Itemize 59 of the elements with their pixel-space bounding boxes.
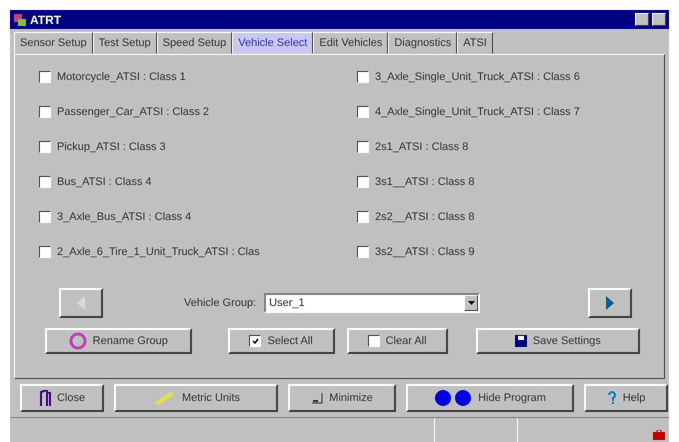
checkbox-icon xyxy=(249,335,262,347)
app-icon xyxy=(13,12,27,26)
question-mark-icon xyxy=(606,391,617,405)
checkbox[interactable] xyxy=(39,71,51,83)
checkbox[interactable] xyxy=(39,176,51,188)
checkbox-label: Bus_ATSI : Class 4 xyxy=(57,176,152,188)
checkbox[interactable] xyxy=(39,211,51,223)
checkbox-label: 2_Axle_6_Tire_1_Unit_Truck_ATSI : Clas xyxy=(57,246,260,258)
right-arrow-icon xyxy=(606,296,614,310)
help-button[interactable] xyxy=(635,13,649,26)
checkbox-label: 3s1__ATSI : Class 8 xyxy=(375,176,474,188)
tab[interactable]: Sensor Setup xyxy=(14,32,93,54)
ruler-icon xyxy=(152,391,176,405)
checkbox-label: Motorcycle_ATSI : Class 1 xyxy=(57,71,186,83)
vehicle-group-label: Vehicle Group: xyxy=(184,297,256,309)
checkbox-label: Pickup_ATSI : Class 3 xyxy=(57,141,166,153)
checkbox[interactable] xyxy=(357,71,369,83)
tab[interactable]: Edit Vehicles xyxy=(313,32,388,54)
hide-program-button[interactable]: Hide Program xyxy=(406,384,574,412)
metric-units-button[interactable]: Metric Units xyxy=(114,384,278,412)
tab[interactable]: Test Setup xyxy=(92,32,157,54)
minimize-button[interactable]: Minimize xyxy=(288,384,396,412)
save-settings-button[interactable]: Save Settings xyxy=(476,328,640,354)
checkbox-label: 3_Axle_Single_Unit_Truck_ATSI : Class 6 xyxy=(375,71,580,83)
select-all-button[interactable]: Select All xyxy=(228,328,335,354)
checkbox-label: 2s1_ATSI : Class 8 xyxy=(375,141,468,153)
door-icon xyxy=(38,390,51,406)
color-ring-icon xyxy=(68,332,87,350)
caret-icon xyxy=(468,301,475,305)
checkbox-label: 4_Axle_Single_Unit_Truck_ATSI : Class 7 xyxy=(375,106,580,118)
tab[interactable]: Speed Setup xyxy=(156,32,232,54)
briefcase-icon xyxy=(653,430,665,440)
checkbox[interactable] xyxy=(357,141,369,153)
checkbox-label: 3_Axle_Bus_ATSI : Class 4 xyxy=(57,211,192,223)
checkbox[interactable] xyxy=(39,106,51,118)
rename-group-button[interactable]: Rename Group xyxy=(45,328,192,354)
close-button[interactable] xyxy=(652,13,666,26)
window-title: ATRT xyxy=(30,12,62,26)
checkbox[interactable] xyxy=(357,176,369,188)
vehicle-group-dropdown[interactable]: User_1 xyxy=(264,293,480,313)
checkbox-label: 2s2__ATSI : Class 8 xyxy=(375,211,474,223)
checkbox[interactable] xyxy=(39,141,51,153)
window-minimize-icon xyxy=(311,392,324,404)
tab[interactable]: Diagnostics xyxy=(388,32,458,54)
checkbox[interactable] xyxy=(357,106,369,118)
help-button[interactable]: Help xyxy=(584,384,668,412)
checkbox-label: 3s2__ATSI : Class 9 xyxy=(375,246,474,258)
two-circles-icon xyxy=(434,389,472,407)
tab[interactable]: Vehicle Select xyxy=(232,32,314,54)
checkbox[interactable] xyxy=(357,211,369,223)
checkbox-icon xyxy=(368,335,380,347)
clear-all-button[interactable]: Clear All xyxy=(346,328,448,354)
checkbox-label: Passenger_Car_ATSI : Class 2 xyxy=(57,106,210,118)
checkbox[interactable] xyxy=(357,246,369,258)
close-button[interactable]: Close xyxy=(20,384,104,412)
left-arrow-icon xyxy=(77,296,85,310)
next-button[interactable] xyxy=(588,288,632,318)
tab[interactable]: ATSI xyxy=(457,32,493,54)
checkbox[interactable] xyxy=(39,246,51,258)
